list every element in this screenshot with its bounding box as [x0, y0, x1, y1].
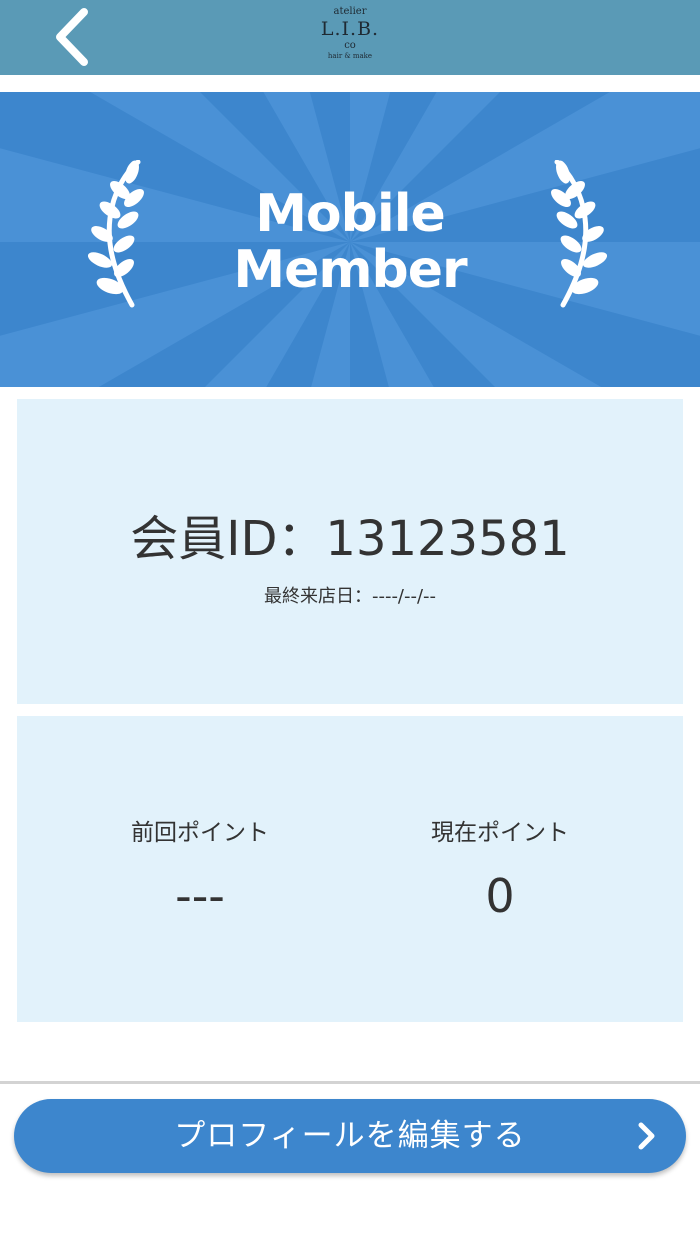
previous-points-value: --- [175, 869, 225, 923]
chevron-left-icon[interactable] [44, 6, 104, 68]
app-header: atelier L.I.B. co hair & make [0, 0, 700, 75]
current-points-value: 0 [485, 869, 515, 923]
current-points-label: 現在ポイント [431, 820, 569, 846]
last-visit-date: 最終来店日：----/--/-- [263, 586, 437, 607]
brand-logo: atelier L.I.B. co hair & make [320, 6, 380, 60]
member-id: 会員ID：13123581 [130, 511, 570, 567]
points-card: 前回ポイント --- 現在ポイント 0 [17, 716, 683, 1022]
mobile-member-banner: Mobile Member [0, 92, 700, 387]
banner-title: Mobile Member [150, 186, 550, 298]
edit-profile-button[interactable]: プロフィールを編集する [14, 1099, 686, 1173]
laurel-left-icon [88, 160, 144, 308]
chevron-right-icon [638, 1122, 655, 1150]
banner-title-line2: Member [233, 240, 467, 300]
laurel-right-icon [551, 160, 607, 308]
member-id-card: 会員ID：13123581 最終来店日：----/--/-- [17, 399, 683, 704]
banner-title-line1: Mobile [255, 184, 446, 244]
edit-profile-label: プロフィールを編集する [174, 1118, 526, 1154]
divider [0, 1081, 700, 1084]
previous-points-label: 前回ポイント [131, 820, 269, 846]
